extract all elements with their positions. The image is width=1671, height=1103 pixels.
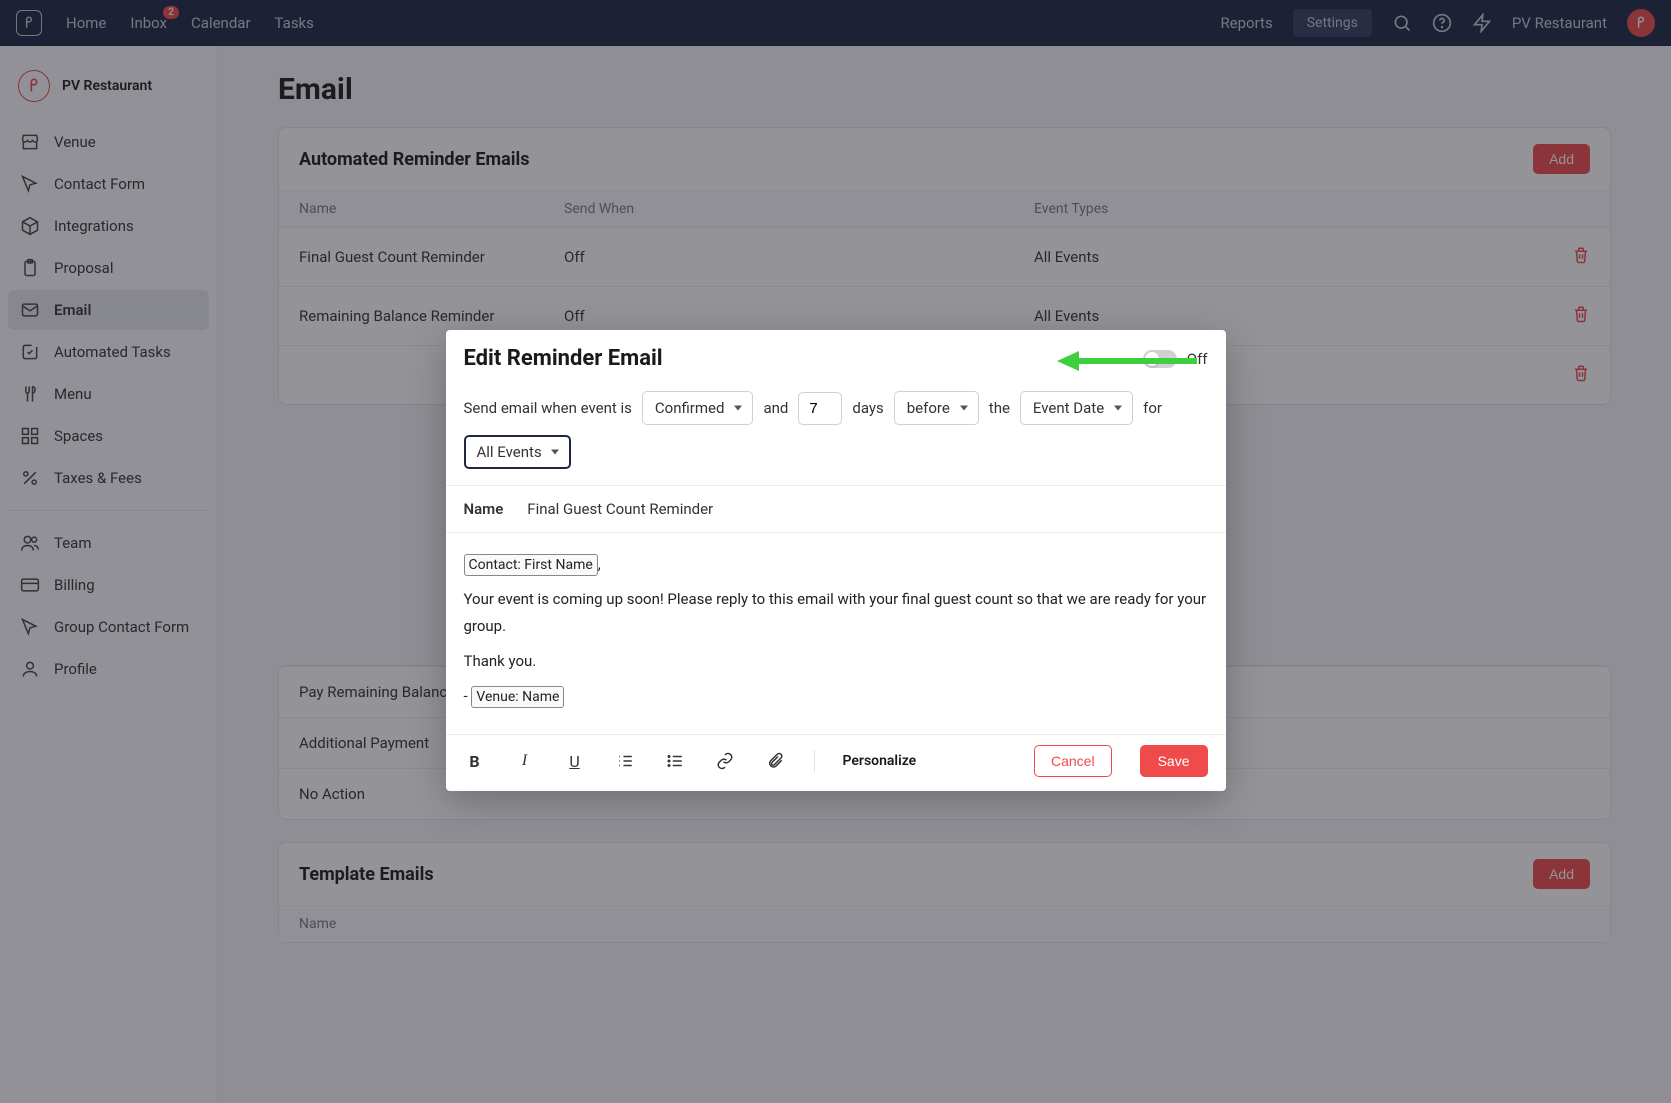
modal-overlay[interactable]: Edit Reminder Email Off Send email when … bbox=[0, 0, 1671, 1103]
link-button[interactable] bbox=[714, 750, 736, 772]
bold-button[interactable]: B bbox=[464, 750, 486, 772]
name-label: Name bbox=[464, 500, 504, 518]
editor-toolbar: B I U Personalize Cancel Save bbox=[446, 734, 1226, 791]
unordered-list-button[interactable] bbox=[664, 750, 686, 772]
ordered-list-button[interactable] bbox=[614, 750, 636, 772]
direction-select[interactable]: before bbox=[894, 391, 979, 425]
attachment-button[interactable] bbox=[764, 750, 786, 772]
body-text: Thank you. bbox=[464, 648, 1208, 675]
rule-text: for bbox=[1143, 399, 1162, 417]
body-text: Your event is coming up soon! Please rep… bbox=[464, 586, 1208, 640]
status-select[interactable]: Confirmed bbox=[642, 391, 754, 425]
email-body-editor[interactable]: Contact: First Name, Your event is comin… bbox=[446, 533, 1226, 734]
rule-row: Send email when event is Confirmed and d… bbox=[446, 381, 1226, 486]
personalize-button[interactable]: Personalize bbox=[843, 753, 917, 769]
merge-token[interactable]: Contact: First Name bbox=[464, 554, 598, 576]
days-input[interactable] bbox=[798, 392, 842, 425]
cancel-button[interactable]: Cancel bbox=[1034, 745, 1112, 777]
name-value[interactable]: Final Guest Count Reminder bbox=[527, 500, 713, 518]
toggle-label: Off bbox=[1187, 350, 1208, 368]
save-button[interactable]: Save bbox=[1140, 745, 1208, 777]
name-row: Name Final Guest Count Reminder bbox=[446, 486, 1226, 533]
rule-text: and bbox=[763, 399, 788, 417]
merge-token[interactable]: Venue: Name bbox=[471, 686, 564, 708]
enabled-toggle[interactable] bbox=[1143, 350, 1177, 368]
rule-text: days bbox=[852, 399, 883, 417]
modal-title: Edit Reminder Email bbox=[464, 346, 663, 371]
toolbar-divider bbox=[814, 750, 815, 772]
date-field-select[interactable]: Event Date bbox=[1020, 391, 1133, 425]
edit-reminder-modal: Edit Reminder Email Off Send email when … bbox=[446, 330, 1226, 791]
body-text: , bbox=[598, 555, 601, 573]
rule-text: Send email when event is bbox=[464, 399, 632, 417]
event-types-select[interactable]: All Events bbox=[464, 435, 571, 469]
italic-button[interactable]: I bbox=[514, 750, 536, 772]
underline-button[interactable]: U bbox=[564, 750, 586, 772]
body-text: - bbox=[464, 687, 472, 705]
rule-text: the bbox=[989, 399, 1010, 417]
